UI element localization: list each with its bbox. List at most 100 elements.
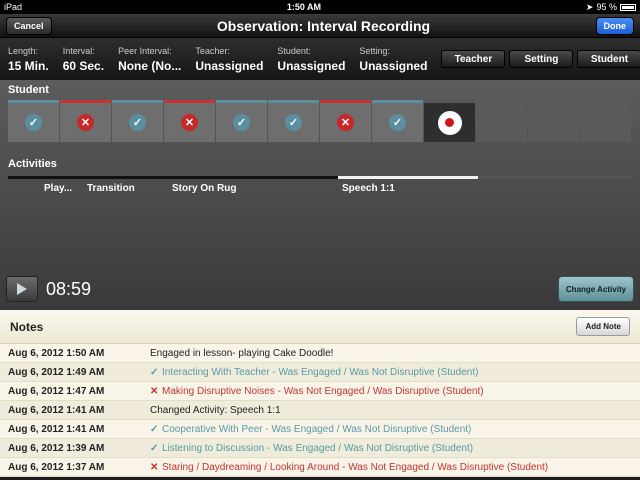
x-icon: ✕ xyxy=(337,114,354,131)
note-row[interactable]: Aug 6, 2012 1:41 AM ✓ Cooperative With Pee… xyxy=(0,420,640,439)
student-button[interactable]: Student xyxy=(577,50,640,68)
note-message: Interacting With Teacher - Was Engaged /… xyxy=(162,366,479,378)
nav-bar: Cancel Observation: Interval Recording D… xyxy=(0,14,640,38)
student-label: Student xyxy=(8,84,49,96)
info-label: Interval: xyxy=(62,45,95,56)
note-message: Changed Activity: Speech 1:1 xyxy=(150,404,281,416)
notes-header: Notes Add Note xyxy=(0,310,640,344)
activity-name: Transition xyxy=(87,183,135,194)
play-button[interactable] xyxy=(6,276,38,302)
info-teacher: Teacher: Unassigned xyxy=(195,46,263,73)
note-text: Changed Activity: Speech 1:1 xyxy=(150,405,281,416)
note-message: Staring / Daydreaming / Looking Around -… xyxy=(162,461,549,473)
battery-icon xyxy=(619,3,636,11)
info-value: Unassigned xyxy=(195,58,264,73)
interval-cell[interactable]: ✓ xyxy=(372,100,423,142)
info-student: Student: Unassigned xyxy=(277,46,345,73)
interval-cell[interactable]: ✓ xyxy=(268,100,319,142)
x-icon: ✕ xyxy=(181,114,198,131)
note-row[interactable]: Aug 6, 2012 1:39 AM ✓ Listening to Discuss… xyxy=(0,439,640,458)
setting-button[interactable]: Setting xyxy=(509,50,574,68)
change-activity-button[interactable]: Change Activity xyxy=(558,276,634,302)
x-icon: ✕ xyxy=(150,461,159,473)
note-message: Listening to Discussion - Was Engaged / … xyxy=(162,442,474,454)
info-label: Teacher: xyxy=(195,45,230,56)
status-bar: iPad 1:50 AM ➤ 95 % xyxy=(0,0,640,14)
activities-label: Activities xyxy=(8,158,57,170)
note-time: Aug 6, 2012 1:39 AM xyxy=(8,442,105,454)
timer-row: 08:59 Change Activity xyxy=(0,276,640,302)
interval-cell[interactable]: ✕ xyxy=(320,100,371,142)
add-note-button[interactable]: Add Note xyxy=(576,317,630,336)
info-peer-interval: Peer Interval: None (No... xyxy=(118,46,181,73)
note-time: Aug 6, 2012 1:47 AM xyxy=(8,385,105,397)
check-icon: ✓ xyxy=(150,366,159,378)
note-time: Aug 6, 2012 1:41 AM xyxy=(8,404,105,416)
x-icon: ✕ xyxy=(150,385,159,397)
interval-cell[interactable] xyxy=(528,100,579,142)
record-icon xyxy=(437,110,462,135)
check-icon: ✓ xyxy=(150,442,159,454)
activity-name: Story On Rug xyxy=(172,183,237,194)
interval-cells: ✓ ✕ ✓ ✕ ✓ ✓ ✕ ✓ xyxy=(0,100,640,142)
info-value: None (No... xyxy=(118,58,182,73)
info-value: 60 Sec. xyxy=(62,58,105,73)
x-icon: ✕ xyxy=(77,114,94,131)
note-text: ✓ Interacting With Teacher - Was Engaged … xyxy=(150,367,478,378)
notes-list: Aug 6, 2012 1:50 AM Engaged in lesson- pl… xyxy=(0,344,640,477)
note-row[interactable]: Aug 6, 2012 1:41 AM Changed Activity: Spe… xyxy=(0,401,640,420)
info-label: Peer Interval: xyxy=(118,45,172,56)
note-time: Aug 6, 2012 1:49 AM xyxy=(8,366,105,378)
interval-cell[interactable] xyxy=(580,100,631,142)
info-interval: Interval: 60 Sec. xyxy=(63,46,104,73)
info-label: Setting: xyxy=(359,45,390,56)
done-button[interactable]: Done xyxy=(595,16,634,35)
note-message: Engaged in lesson- playing Cake Doodle! xyxy=(150,347,334,359)
note-text: ✕ Staring / Daydreaming / Looking Around … xyxy=(150,462,548,473)
notes-panel: Notes Add Note Aug 6, 2012 1:50 AM Engage… xyxy=(0,310,640,477)
check-icon: ✓ xyxy=(233,114,250,131)
interval-cell[interactable] xyxy=(424,100,475,142)
assign-buttons: Teacher Setting Student xyxy=(441,50,640,68)
teacher-button[interactable]: Teacher xyxy=(441,50,506,68)
status-right: ➤ 95 % xyxy=(586,2,636,13)
check-icon: ✓ xyxy=(150,423,159,435)
timer-display: 08:59 xyxy=(46,278,92,299)
note-time: Aug 6, 2012 1:37 AM xyxy=(8,461,105,473)
info-value: Unassigned xyxy=(359,58,428,73)
activity-name: Play... xyxy=(44,183,73,194)
device-name: iPad xyxy=(4,2,23,12)
note-text: Engaged in lesson- playing Cake Doodle! xyxy=(150,348,333,359)
note-text: ✓ Listening to Discussion - Was Engaged /… xyxy=(150,443,473,454)
check-icon: ✓ xyxy=(389,114,406,131)
cancel-button[interactable]: Cancel xyxy=(6,16,52,35)
note-time: Aug 6, 2012 1:50 AM xyxy=(8,347,105,359)
observation-panel: Student ✓ ✕ ✓ ✕ ✓ ✓ ✕ ✓ Activities Play... Trans… xyxy=(0,80,640,310)
page-title: Observation: Interval Recording xyxy=(216,17,431,34)
interval-cell[interactable]: ✓ xyxy=(8,100,59,142)
note-time: Aug 6, 2012 1:41 AM xyxy=(8,423,105,435)
interval-cell[interactable]: ✓ xyxy=(112,100,163,142)
note-row[interactable]: Aug 6, 2012 1:49 AM ✓ Interacting With Tea… xyxy=(0,363,640,382)
check-icon: ✓ xyxy=(129,114,146,131)
info-value: Unassigned xyxy=(277,58,346,73)
interval-cell[interactable]: ✕ xyxy=(60,100,111,142)
note-message: Making Disruptive Noises - Was Not Engag… xyxy=(162,385,484,397)
location-icon: ➤ xyxy=(585,1,594,12)
info-setting: Setting: Unassigned xyxy=(359,46,427,73)
interval-cell[interactable] xyxy=(476,100,527,142)
play-icon xyxy=(17,283,27,295)
check-icon: ✓ xyxy=(285,114,302,131)
note-row[interactable]: Aug 6, 2012 1:50 AM Engaged in lesson- pl… xyxy=(0,344,640,363)
note-message: Cooperative With Peer - Was Engaged / Wa… xyxy=(162,423,472,435)
note-row[interactable]: Aug 6, 2012 1:47 AM ✕ Making Disruptive No… xyxy=(0,382,640,401)
activity-names: Play... Transition Story On Rug Speech 1:1 xyxy=(8,179,632,195)
activity-name: Speech 1:1 xyxy=(342,183,395,194)
check-icon: ✓ xyxy=(25,114,42,131)
interval-cell[interactable]: ✓ xyxy=(216,100,267,142)
note-text: ✓ Cooperative With Peer - Was Engaged / W… xyxy=(150,424,471,435)
interval-cell[interactable]: ✕ xyxy=(164,100,215,142)
info-value: 15 Min. xyxy=(8,58,49,73)
info-label: Student: xyxy=(277,45,311,56)
note-row[interactable]: Aug 6, 2012 1:37 AM ✕ Staring / Daydreamin… xyxy=(0,458,640,477)
